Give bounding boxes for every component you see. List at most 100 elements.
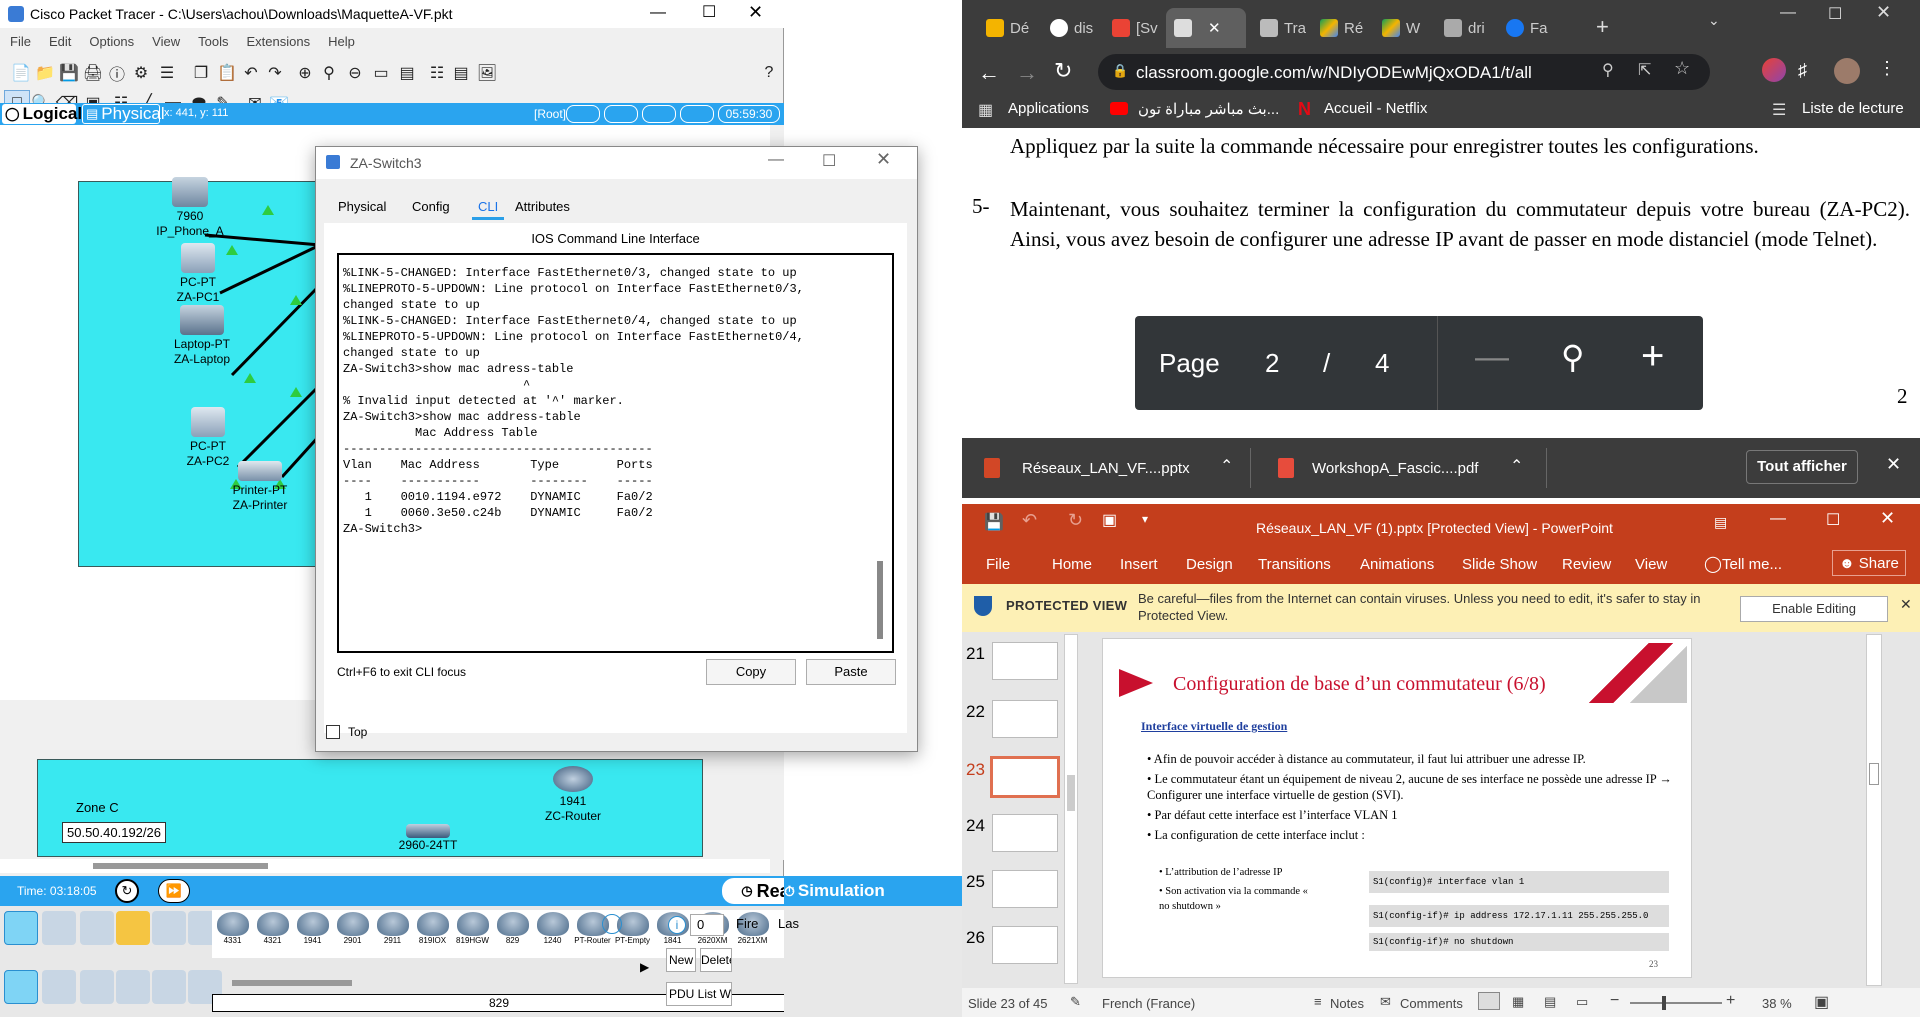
printer-device[interactable]: Printer-PT ZA-Printer — [218, 461, 302, 513]
zoom-in-icon[interactable]: ⊕ — [292, 60, 318, 86]
model-2901[interactable]: 2901 — [334, 910, 371, 946]
ribbon-animations[interactable]: Animations — [1360, 556, 1434, 573]
tell-me[interactable]: Tell me... — [1722, 556, 1782, 573]
close-pv-icon[interactable]: ✕ — [1900, 596, 1912, 613]
model-4321[interactable]: 4321 — [254, 910, 291, 946]
drawing-palette-icon[interactable]: ▭ — [368, 60, 394, 86]
maximize-icon[interactable]: ☐ — [1828, 4, 1842, 24]
pc1-device[interactable]: PC-PT ZA-PC1 — [158, 243, 238, 305]
customize-qat-icon[interactable]: ▾ — [1142, 512, 1148, 526]
maximize-icon[interactable]: ☐ — [822, 151, 836, 171]
end-devices-icon[interactable] — [42, 911, 76, 945]
thumbnail-25[interactable] — [992, 870, 1058, 908]
zoom-reset-icon[interactable]: ⚲ — [316, 60, 342, 86]
tab-search-icon[interactable]: ⌄ — [1708, 12, 1720, 29]
routers-icon[interactable] — [4, 970, 38, 1004]
zoom-out-icon[interactable]: — — [1475, 338, 1509, 377]
tab-re[interactable]: Ré — [1312, 8, 1364, 48]
security-icon[interactable] — [152, 970, 186, 1004]
tab-tra[interactable]: Tra — [1252, 8, 1306, 48]
scenario-select[interactable]: 0 — [690, 914, 724, 936]
ribbon-file[interactable]: File — [986, 556, 1010, 573]
model-819iox[interactable]: 819IOX — [414, 910, 451, 946]
close-icon[interactable]: ✕ — [1876, 2, 1891, 23]
zoom-level[interactable]: 38 % — [1762, 996, 1792, 1011]
minimize-icon[interactable]: — — [1770, 510, 1786, 528]
zoom-out-icon[interactable]: ⊖ — [342, 60, 368, 86]
model-1240[interactable]: 1240 — [534, 910, 571, 946]
chevron-up-icon[interactable]: ⌃ — [1220, 456, 1233, 476]
tab-close-icon[interactable]: ✕ — [1208, 19, 1221, 37]
tab-de[interactable]: Dé — [978, 8, 1030, 48]
pc2-device[interactable]: PC-PT ZA-PC2 — [168, 407, 248, 469]
minimize-icon[interactable]: — — [768, 151, 784, 169]
language[interactable]: French (France) — [1102, 996, 1195, 1011]
undo-icon[interactable]: ↶ — [1022, 510, 1037, 531]
undo-icon[interactable]: ↶ — [238, 60, 264, 86]
ribbon-transitions[interactable]: Transitions — [1258, 556, 1331, 573]
help-icon[interactable]: ? — [756, 60, 782, 86]
tab-config[interactable]: Config — [412, 199, 450, 214]
share-icon[interactable]: ⇱ — [1638, 60, 1651, 80]
scrollbar-thumb[interactable] — [93, 863, 268, 869]
copy-icon[interactable]: ❐ — [188, 60, 214, 86]
close-icon[interactable]: ✕ — [1880, 508, 1895, 529]
ribbon-home[interactable]: Home — [1052, 556, 1092, 573]
download-pdf[interactable]: WorkshopA_Fascic....pdf — [1312, 460, 1478, 477]
slide-sorter-icon[interactable]: ▦ — [1512, 994, 1524, 1010]
tab-google[interactable]: dis — [1042, 8, 1094, 48]
scrollbar-thumb[interactable] — [1869, 763, 1879, 785]
paste-button[interactable]: Paste — [806, 659, 896, 685]
show-all-button[interactable]: Tout afficher — [1746, 450, 1858, 484]
notes-icon[interactable]: ☷ — [424, 60, 450, 86]
thumbnail-24[interactable] — [992, 814, 1058, 852]
zoom-in-icon[interactable]: + — [1641, 334, 1664, 379]
save-icon[interactable]: 💾 — [56, 60, 82, 86]
copy-button[interactable]: Copy — [706, 659, 796, 685]
logical-tab[interactable]: ◯ Logical — [2, 104, 82, 124]
components-icon[interactable] — [80, 911, 114, 945]
zoom-out-icon[interactable]: − — [1610, 992, 1619, 1010]
comments-button[interactable]: Comments — [1400, 996, 1463, 1011]
top-checkbox[interactable] — [326, 725, 340, 739]
back-icon[interactable]: ← — [978, 60, 1000, 86]
normal-view-icon[interactable] — [1478, 992, 1500, 1010]
notes-button[interactable]: Notes — [1330, 996, 1364, 1011]
network-info-icon[interactable]: ☰ — [154, 60, 180, 86]
reload-icon[interactable]: ↻ — [1054, 58, 1072, 84]
switches-icon[interactable] — [42, 970, 76, 1004]
enable-editing-button[interactable]: Enable Editing — [1740, 596, 1888, 622]
thumbnail-21[interactable] — [992, 642, 1058, 680]
network-devices-icon[interactable] — [4, 911, 38, 945]
bookmark-netflix[interactable]: Accueil - Netflix — [1324, 100, 1427, 117]
tab-w[interactable]: W — [1374, 8, 1426, 48]
reading-list-icon[interactable]: ☰ — [1772, 100, 1786, 120]
reading-list[interactable]: Liste de lecture — [1802, 100, 1904, 117]
ribbon-insert[interactable]: Insert — [1120, 556, 1158, 573]
connections-icon[interactable] — [116, 911, 150, 945]
hubs-icon[interactable] — [80, 970, 114, 1004]
ribbon-slideshow[interactable]: Slide Show — [1462, 556, 1537, 573]
profile-avatar[interactable] — [1834, 58, 1860, 84]
pdu-list-button[interactable]: PDU List W — [666, 982, 732, 1006]
paste-icon[interactable]: 📋 — [214, 60, 240, 86]
print-icon[interactable]: 🖨 — [80, 60, 106, 86]
maximize-icon[interactable]: ☐ — [702, 2, 716, 22]
background-icon[interactable] — [680, 105, 714, 123]
reading-view-icon[interactable]: ▤ — [1544, 994, 1556, 1010]
fast-forward-icon[interactable]: ⏩ — [158, 879, 190, 903]
tab-attributes[interactable]: Attributes — [515, 199, 570, 214]
puzzle-icon[interactable]: ♯ — [1798, 60, 1807, 81]
presenter-icon[interactable]: ▣ — [1102, 510, 1117, 530]
zoom-magnify-icon[interactable]: ⚲ — [1561, 338, 1584, 376]
zoom-slider-thumb[interactable] — [1662, 996, 1666, 1010]
thumbnail-22[interactable] — [992, 700, 1058, 738]
ribbon-view[interactable]: View — [1635, 556, 1667, 573]
open-folder-icon[interactable]: 📁 — [32, 60, 58, 86]
scrollbar-thumb[interactable] — [1067, 775, 1075, 811]
save-icon[interactable]: 💾 — [984, 512, 1004, 532]
chevron-up-icon[interactable]: ⌃ — [1510, 456, 1523, 476]
workspace-nav-icon[interactable] — [566, 105, 600, 123]
image-icon[interactable]: 🖼 — [474, 60, 500, 86]
ribbon-design[interactable]: Design — [1186, 556, 1233, 573]
